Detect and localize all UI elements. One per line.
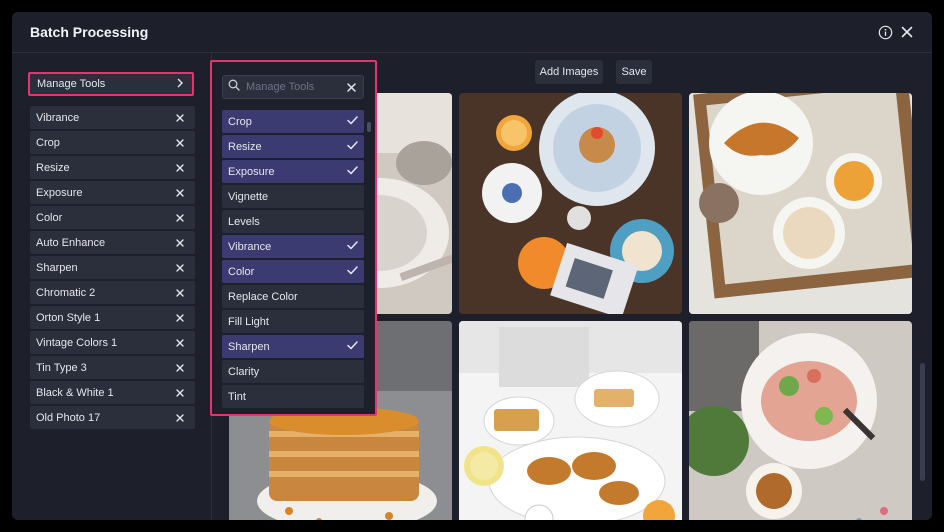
image-thumbnail[interactable] bbox=[689, 321, 912, 520]
tool-option-label: Fill Light bbox=[228, 315, 269, 328]
applied-tool-item[interactable]: Crop bbox=[30, 131, 195, 154]
tool-option-label: Resize bbox=[228, 140, 262, 153]
image-thumbnail[interactable] bbox=[459, 321, 682, 520]
applied-tool-item[interactable]: Orton Style 1 bbox=[30, 306, 195, 329]
applied-tool-label: Resize bbox=[36, 161, 70, 174]
remove-tool-icon[interactable] bbox=[173, 411, 187, 425]
applied-tool-item[interactable]: Color bbox=[30, 206, 195, 229]
image-thumbnail[interactable] bbox=[459, 93, 682, 314]
tool-option-label: Replace Color bbox=[228, 290, 298, 303]
add-images-button[interactable]: Add Images bbox=[535, 60, 603, 84]
applied-tool-item[interactable]: Sharpen bbox=[30, 256, 195, 279]
scrollbar-thumb[interactable] bbox=[920, 363, 925, 481]
applied-tool-item[interactable]: Resize bbox=[30, 156, 195, 179]
close-icon[interactable] bbox=[898, 23, 916, 41]
applied-tool-label: Black & White 1 bbox=[36, 386, 114, 399]
tool-option-label: Color bbox=[228, 265, 255, 278]
applied-tools-list: Vibrance Crop Resize Exposure Color Auto Enha… bbox=[30, 106, 195, 431]
applied-tool-label: Vibrance bbox=[36, 111, 80, 124]
applied-tool-label: Exposure bbox=[36, 186, 83, 199]
tool-option-label: Vibrance bbox=[228, 240, 272, 253]
tool-option[interactable]: Resize bbox=[222, 135, 364, 158]
save-button[interactable]: Save bbox=[616, 60, 652, 84]
applied-tool-item[interactable]: Vibrance bbox=[30, 106, 195, 129]
remove-tool-icon[interactable] bbox=[173, 261, 187, 275]
image-thumbnail[interactable] bbox=[689, 93, 912, 314]
chevron-right-icon bbox=[176, 78, 184, 91]
window-title: Batch Processing bbox=[30, 24, 149, 40]
applied-tool-item[interactable]: Black & White 1 bbox=[30, 381, 195, 404]
tool-option[interactable]: Levels bbox=[222, 210, 364, 233]
applied-tool-label: Orton Style 1 bbox=[36, 311, 101, 324]
manage-tools-search bbox=[222, 75, 364, 99]
applied-tool-item[interactable]: Old Photo 17 bbox=[30, 406, 195, 429]
tool-option[interactable]: Exposure bbox=[222, 160, 364, 183]
tool-option[interactable]: Sharpen bbox=[222, 335, 364, 358]
applied-tool-label: Auto Enhance bbox=[36, 236, 106, 249]
tool-option[interactable]: Vibrance bbox=[222, 235, 364, 258]
applied-tool-label: Vintage Colors 1 bbox=[36, 336, 118, 349]
title-bar: Batch Processing bbox=[12, 12, 932, 53]
checkmark-icon bbox=[347, 115, 358, 128]
tool-option-label: Crop bbox=[228, 115, 252, 128]
applied-tool-label: Old Photo 17 bbox=[36, 411, 101, 424]
image-grid-scrollbar[interactable] bbox=[919, 93, 927, 520]
checkmark-icon bbox=[347, 165, 358, 178]
search-icon bbox=[228, 78, 240, 96]
tool-option[interactable]: Vignette bbox=[222, 185, 364, 208]
clear-search-icon[interactable] bbox=[344, 80, 358, 94]
tool-options-list: Crop Resize Exposure Vignette Levels Vibrance… bbox=[222, 110, 364, 410]
remove-tool-icon[interactable] bbox=[173, 386, 187, 400]
applied-tool-label: Color bbox=[36, 211, 63, 224]
checkmark-icon bbox=[347, 140, 358, 153]
tool-option[interactable]: Replace Color bbox=[222, 285, 364, 308]
applied-tool-label: Tin Type 3 bbox=[36, 361, 87, 374]
applied-tool-item[interactable]: Tin Type 3 bbox=[30, 356, 195, 379]
tool-option[interactable]: Tint bbox=[222, 385, 364, 408]
applied-tool-label: Sharpen bbox=[36, 261, 78, 274]
remove-tool-icon[interactable] bbox=[173, 286, 187, 300]
tool-option[interactable]: Color bbox=[222, 260, 364, 283]
search-input[interactable] bbox=[246, 81, 344, 93]
remove-tool-icon[interactable] bbox=[173, 311, 187, 325]
batch-processing-window: Batch Processing Manage Tools Vibrance Cr… bbox=[12, 12, 932, 520]
remove-tool-icon[interactable] bbox=[173, 361, 187, 375]
tool-option-label: Tint bbox=[228, 390, 246, 403]
applied-tool-item[interactable]: Auto Enhance bbox=[30, 231, 195, 254]
tool-option[interactable]: Clarity bbox=[222, 360, 364, 383]
tool-option-label: Vignette bbox=[228, 190, 269, 203]
tool-option-label: Sharpen bbox=[228, 340, 270, 353]
info-icon[interactable] bbox=[876, 23, 894, 41]
tool-option-label: Clarity bbox=[228, 365, 260, 378]
manage-tools-panel: Crop Resize Exposure Vignette Levels Vibrance… bbox=[210, 60, 377, 416]
checkmark-icon bbox=[347, 240, 358, 253]
remove-tool-icon[interactable] bbox=[173, 186, 187, 200]
remove-tool-icon[interactable] bbox=[173, 211, 187, 225]
applied-tool-label: Chromatic 2 bbox=[36, 286, 96, 299]
remove-tool-icon[interactable] bbox=[173, 161, 187, 175]
applied-tool-item[interactable]: Exposure bbox=[30, 181, 195, 204]
checkmark-icon bbox=[347, 340, 358, 353]
checkmark-icon bbox=[347, 265, 358, 278]
manage-tools-button[interactable]: Manage Tools bbox=[28, 72, 194, 96]
tool-option[interactable]: Crop bbox=[222, 110, 364, 133]
applied-tool-item[interactable]: Chromatic 2 bbox=[30, 281, 195, 304]
tool-option-label: Exposure bbox=[228, 165, 275, 178]
panel-scrollbar[interactable] bbox=[367, 122, 371, 132]
sidebar: Manage Tools Vibrance Crop Resize Exposure C… bbox=[12, 53, 212, 520]
tool-option-label: Levels bbox=[228, 215, 260, 228]
manage-tools-label: Manage Tools bbox=[37, 78, 106, 90]
remove-tool-icon[interactable] bbox=[173, 136, 187, 150]
remove-tool-icon[interactable] bbox=[173, 111, 187, 125]
remove-tool-icon[interactable] bbox=[173, 336, 187, 350]
tool-option[interactable]: Fill Light bbox=[222, 310, 364, 333]
applied-tool-label: Crop bbox=[36, 136, 60, 149]
remove-tool-icon[interactable] bbox=[173, 236, 187, 250]
applied-tool-item[interactable]: Vintage Colors 1 bbox=[30, 331, 195, 354]
